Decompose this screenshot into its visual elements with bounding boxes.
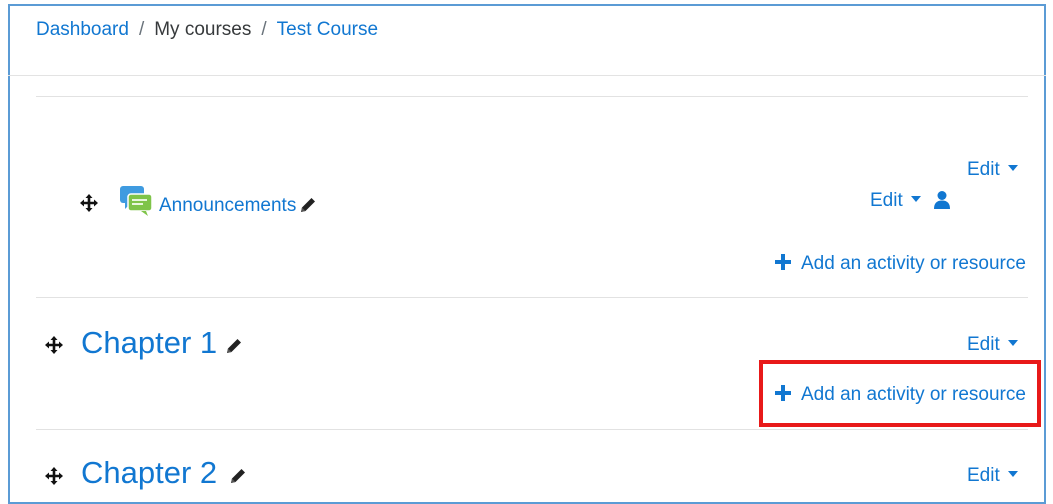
- activity-announcements-link[interactable]: Announcements: [159, 194, 296, 218]
- highlight-box: [759, 360, 1041, 427]
- caret-down-icon: [1007, 164, 1018, 171]
- section-divider: [36, 429, 1028, 430]
- breadcrumb-my-courses: My courses: [154, 19, 252, 40]
- breadcrumb-separator: /: [138, 19, 145, 40]
- divider: [36, 96, 1028, 97]
- plus-icon: [775, 253, 791, 270]
- chapter-1-edit-menu[interactable]: Edit: [967, 333, 1018, 357]
- activity-edit-menu[interactable]: Edit: [870, 189, 921, 213]
- section-edit-menu[interactable]: Edit: [967, 158, 1018, 182]
- caret-down-icon: [1007, 339, 1018, 346]
- user-icon[interactable]: [934, 190, 950, 215]
- move-icon[interactable]: [44, 466, 64, 491]
- pencil-icon[interactable]: [299, 196, 317, 219]
- section-divider: [36, 297, 1028, 298]
- chapter-1-title[interactable]: Chapter 1: [81, 325, 217, 361]
- forum-icon: [119, 184, 155, 221]
- move-icon[interactable]: [44, 335, 64, 360]
- breadcrumb-separator: /: [261, 19, 267, 40]
- chapter-2-title[interactable]: Chapter 2: [81, 455, 217, 491]
- add-activity-button-general[interactable]: Add an activity or resource: [775, 252, 1026, 276]
- caret-down-icon: [910, 195, 921, 202]
- breadcrumb-test-course[interactable]: Test Course: [277, 19, 378, 40]
- breadcrumb: Dashboard / My courses / Test Course: [36, 18, 378, 42]
- caret-down-icon: [1007, 470, 1018, 477]
- pencil-icon[interactable]: [225, 337, 243, 360]
- pencil-icon[interactable]: [229, 467, 247, 490]
- chapter-2-edit-menu[interactable]: Edit: [967, 464, 1018, 488]
- move-icon[interactable]: [79, 193, 99, 218]
- breadcrumb-dashboard[interactable]: Dashboard: [36, 19, 129, 40]
